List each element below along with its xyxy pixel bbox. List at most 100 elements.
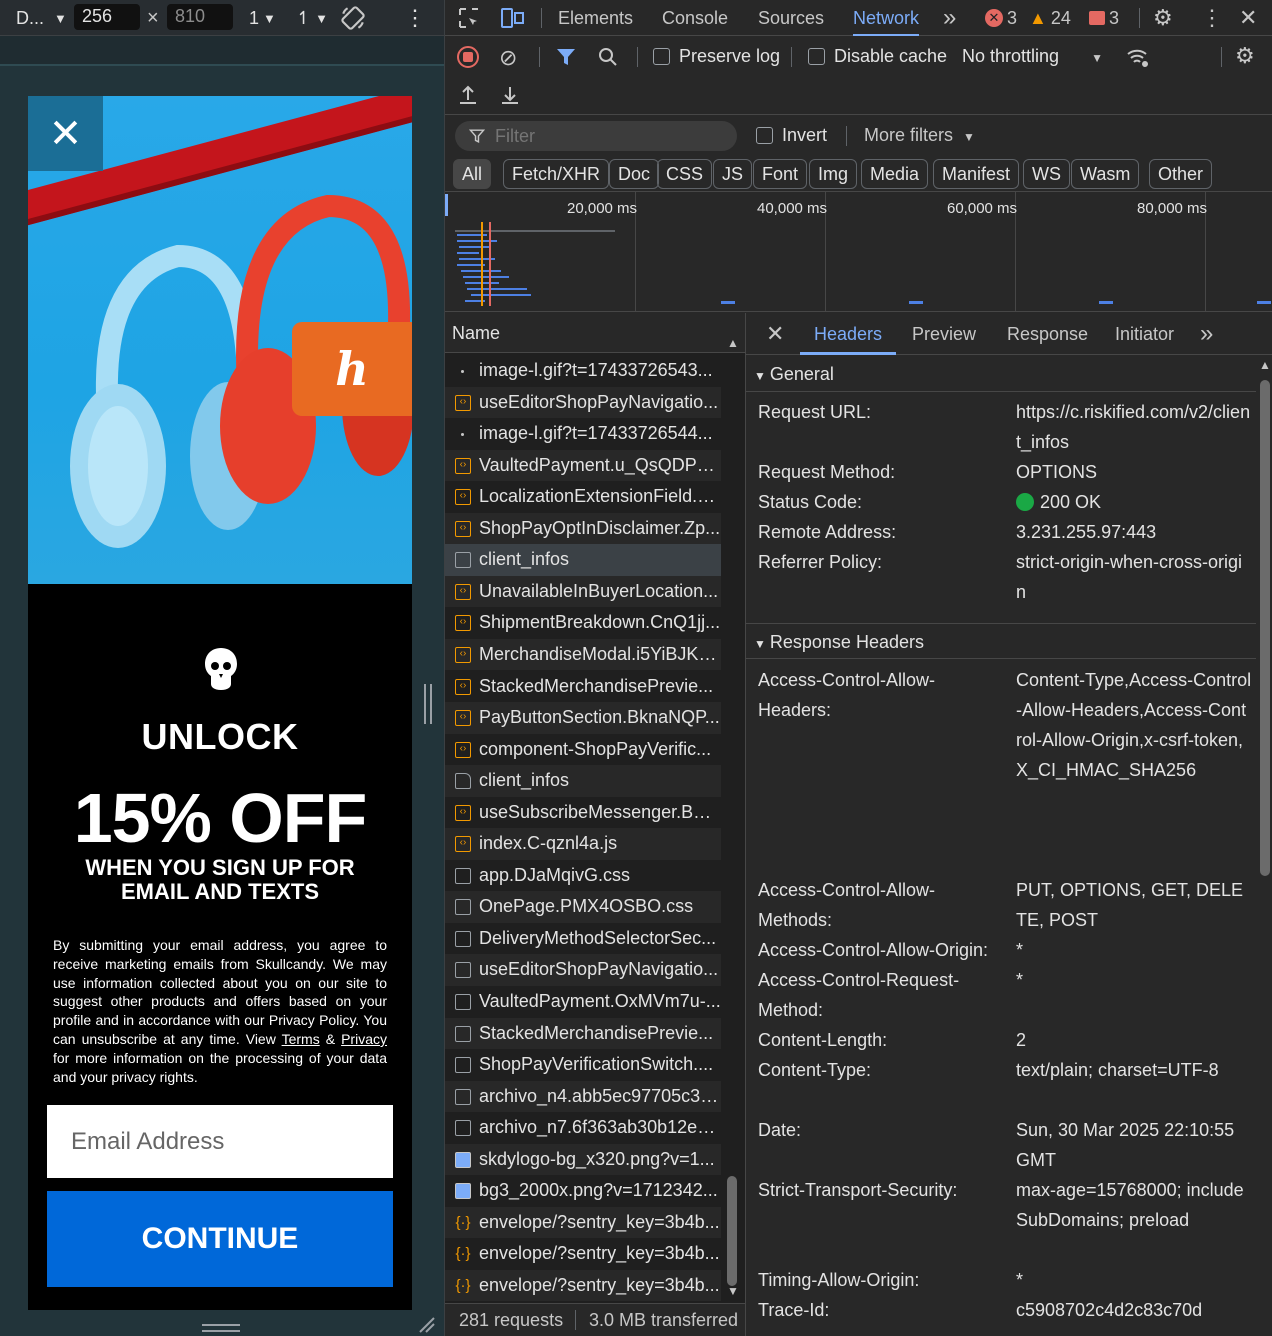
width-input[interactable]: 256 — [74, 4, 140, 30]
request-row[interactable]: image-l.gif?t=17433726544... — [445, 418, 721, 450]
search-icon[interactable] — [597, 46, 619, 68]
request-row[interactable]: {·} envelope/?sentry_key=3b4b... — [445, 1206, 721, 1239]
invert-checkbox[interactable] — [756, 127, 773, 144]
export-har-icon[interactable] — [499, 83, 521, 107]
detail-scrollbar[interactable]: ▲ — [1256, 358, 1272, 1336]
filter-chip-ws[interactable]: WS — [1023, 159, 1070, 189]
tab-headers[interactable]: Headers — [800, 313, 897, 355]
request-row[interactable]: ‹› LocalizationExtensionField.D... — [445, 481, 721, 513]
preserve-log-checkbox[interactable] — [653, 48, 670, 65]
filter-chip-fetchxhr[interactable]: Fetch/XHR — [503, 159, 610, 189]
request-row[interactable]: ‹› StackedMerchandisePrevie... — [445, 671, 721, 703]
scroll-down-icon[interactable]: ▼ — [727, 1284, 739, 1298]
request-row[interactable]: StackedMerchandisePrevie... — [445, 1017, 721, 1050]
request-row[interactable]: app.DJaMqivG.css — [445, 860, 721, 892]
filter-chip-wasm[interactable]: Wasm — [1071, 159, 1140, 189]
filter-icon[interactable] — [555, 46, 577, 68]
request-row[interactable]: client_infos — [445, 544, 721, 576]
horizontal-resize-handle[interactable] — [202, 1324, 240, 1332]
more-options-icon[interactable]: ⋮ — [404, 0, 426, 36]
continue-button[interactable]: CONTINUE — [47, 1191, 393, 1287]
filter-chip-manifest[interactable]: Manifest — [933, 159, 1020, 189]
request-row[interactable]: archivo_n7.6f363ab30b12ea... — [445, 1112, 721, 1144]
zoom-select[interactable]: 1 ▼ — [249, 0, 276, 36]
tab-elements[interactable]: Elements — [558, 0, 633, 36]
clear-icon[interactable]: ⊘ — [499, 45, 517, 71]
tab-network[interactable]: Network — [853, 0, 920, 36]
general-section-header[interactable]: ▼ General — [746, 356, 1256, 392]
inspect-element-icon[interactable] — [457, 6, 481, 30]
request-row[interactable]: useEditorShopPayNavigatio... — [445, 954, 721, 986]
issue-count[interactable]: 3 — [1089, 0, 1119, 36]
honey-extension-badge[interactable]: h — [292, 322, 412, 416]
more-options-icon[interactable]: ⋮ — [1201, 0, 1223, 36]
throttling-select[interactable]: No throttling ▼ — [962, 46, 1103, 67]
network-conditions-icon[interactable] — [1125, 45, 1151, 69]
stop-recording-icon[interactable] — [457, 46, 479, 68]
tab-preview[interactable]: Preview — [912, 313, 976, 355]
more-tabs-icon[interactable]: » — [943, 0, 956, 36]
disable-cache-checkbox[interactable] — [808, 48, 825, 65]
filter-chip-css[interactable]: CSS — [657, 159, 713, 189]
email-field[interactable] — [47, 1105, 393, 1178]
throttle-select[interactable]: ↿ ▼ — [296, 0, 328, 36]
scroll-up-icon[interactable]: ▲ — [727, 336, 739, 350]
request-row[interactable]: ‹› useEditorShopPayNavigatio... — [445, 386, 721, 419]
device-toolbar-icon[interactable] — [499, 6, 525, 30]
request-row[interactable]: ‹› index.C-qznl4a.js — [445, 828, 721, 860]
request-row[interactable]: ‹› VaultedPayment.u_QsQDPg.js — [445, 449, 721, 482]
filter-chip-all[interactable]: All — [453, 159, 492, 189]
corner-resize-handle[interactable] — [418, 1316, 436, 1334]
close-devtools-icon[interactable]: ✕ — [1239, 0, 1257, 36]
request-row[interactable]: VaultedPayment.OxMVm7u-... — [445, 986, 721, 1018]
tab-response[interactable]: Response — [1007, 313, 1088, 355]
height-input[interactable]: 810 — [167, 4, 233, 30]
request-row[interactable]: ‹› PayButtonSection.BknaNQP... — [445, 702, 721, 734]
filter-chip-js[interactable]: JS — [713, 159, 753, 189]
scroll-thumb[interactable] — [1260, 380, 1270, 876]
request-row[interactable]: DeliveryMethodSelectorSec... — [445, 923, 721, 955]
rotate-icon[interactable] — [340, 0, 366, 36]
name-column-header[interactable]: Name — [445, 313, 745, 353]
request-row[interactable]: ‹› UnavailableInBuyerLocation... — [445, 575, 721, 608]
request-list-scrollbar[interactable]: ▲ ▼ — [726, 336, 739, 1298]
request-row[interactable]: client_infos — [445, 765, 721, 797]
filter-chip-media[interactable]: Media — [861, 159, 929, 189]
tab-initiator[interactable]: Initiator — [1115, 313, 1174, 355]
request-row[interactable]: ‹› component-ShopPayVerific... — [445, 734, 721, 766]
filter-chip-font[interactable]: Font — [753, 159, 808, 189]
request-row[interactable]: ‹› ShipmentBreakdown.CnQ1jj... — [445, 607, 721, 639]
request-row[interactable]: bg3_2000x.png?v=1712342... — [445, 1175, 721, 1207]
import-har-icon[interactable] — [457, 83, 479, 107]
close-detail-icon[interactable]: ✕ — [766, 313, 784, 355]
more-filters-dropdown[interactable]: More filters ▼ — [864, 125, 975, 146]
privacy-link[interactable]: Privacy — [341, 1031, 387, 1047]
filter-input[interactable] — [455, 121, 737, 151]
terms-link[interactable]: Terms — [282, 1031, 320, 1047]
error-count[interactable]: ✕ 3 — [985, 0, 1017, 36]
filter-chip-other[interactable]: Other — [1149, 159, 1213, 189]
request-row[interactable]: {·} envelope/?sentry_key=3b4b... — [445, 1238, 721, 1270]
tab-sources[interactable]: Sources — [758, 0, 824, 36]
request-row[interactable]: ‹› ShopPayOptInDisclaimer.Zp... — [445, 512, 721, 545]
request-row[interactable]: OnePage.PMX4OSBO.css — [445, 891, 721, 923]
device-select[interactable]: D... ▼ — [16, 0, 67, 36]
close-popup-button[interactable]: ✕ — [28, 96, 103, 171]
request-row[interactable]: skdylogo-bg_x320.png?v=1... — [445, 1143, 721, 1176]
network-settings-gear-icon[interactable]: ⚙ — [1235, 43, 1255, 69]
request-row[interactable]: {·} envelope/?sentry_key=3b4b... — [445, 1269, 721, 1302]
vertical-resize-handle[interactable] — [424, 684, 432, 724]
request-row[interactable]: archivo_n4.abb5ec97705c33... — [445, 1080, 721, 1113]
scroll-thumb[interactable] — [727, 1176, 737, 1286]
filter-chip-doc[interactable]: Doc — [609, 159, 660, 189]
request-row[interactable]: ShopPayVerificationSwitch.... — [445, 1049, 721, 1081]
request-row[interactable]: ‹› MerchandiseModal.i5YiBJKZ... — [445, 638, 721, 671]
scroll-up-icon[interactable]: ▲ — [1259, 358, 1271, 372]
request-row[interactable]: image-l.gif?t=17433726543... — [445, 355, 721, 387]
settings-gear-icon[interactable]: ⚙ — [1153, 0, 1173, 36]
request-row[interactable]: ‹› useSubscribeMessenger.BC... — [445, 797, 721, 829]
tab-console[interactable]: Console — [662, 0, 728, 36]
filter-chip-img[interactable]: Img — [809, 159, 858, 189]
warning-count[interactable]: ▲ 24 — [1029, 0, 1071, 36]
more-detail-tabs-icon[interactable]: » — [1200, 313, 1213, 355]
